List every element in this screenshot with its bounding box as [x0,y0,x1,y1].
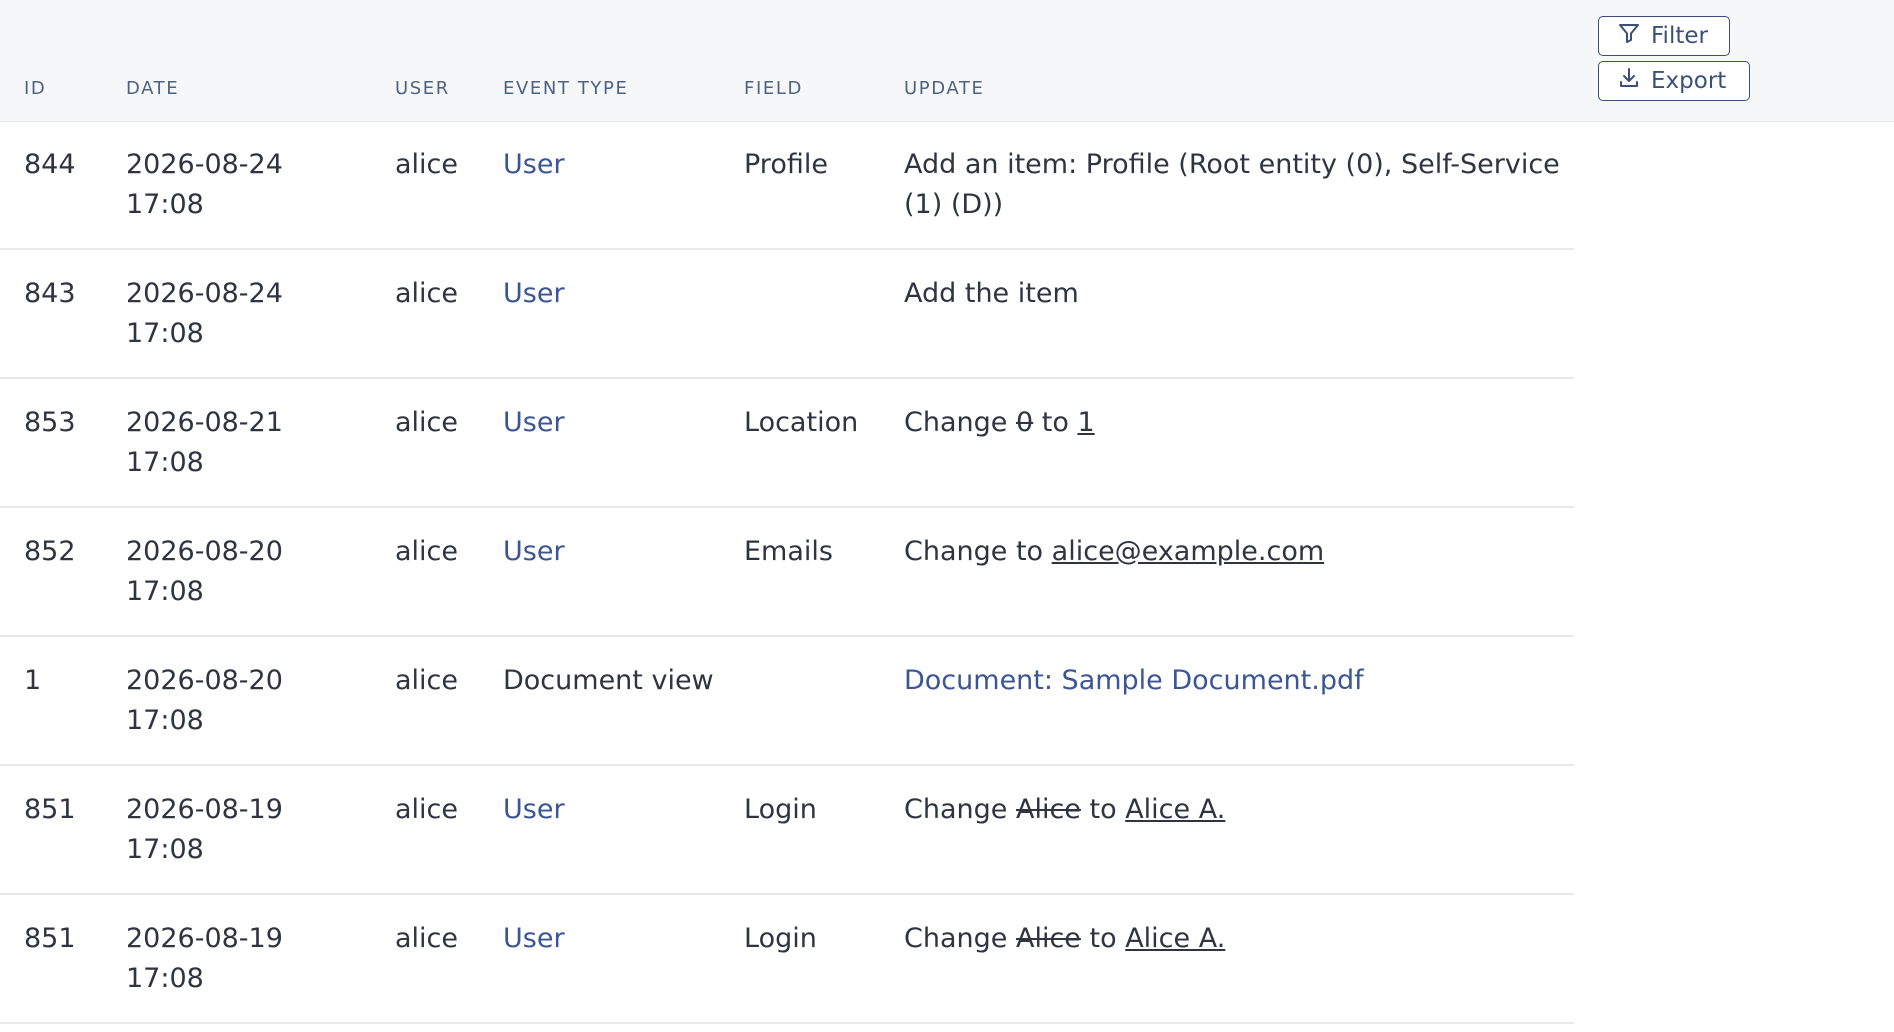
table-row: 852 2026-08-20 17:08 alice User Emails Change … [0,508,1574,637]
cell-update: Document: Sample Document.pdf [904,661,1564,701]
table-row: 1 2026-08-20 17:08 alice Document view Docume… [0,637,1574,766]
column-header-event-type[interactable]: EVENT TYPE [503,78,628,99]
update-prefix: Change [904,923,1008,954]
table-row: 853 2026-08-21 17:08 alice User Location Chang… [0,379,1574,508]
cell-date: 2026-08-19 17:08 [126,790,346,870]
cell-event-type[interactable]: User [503,403,723,443]
cell-id: 851 [24,923,76,954]
column-header-id[interactable]: ID [24,78,46,99]
time-value: 17:08 [126,705,204,736]
table-row: 844 2026-08-24 17:08 alice User Profile Add an… [0,121,1574,250]
cell-event-type[interactable]: User [503,532,723,572]
time-value: 17:08 [126,834,204,865]
cell-date: 2026-08-20 17:08 [126,532,346,612]
cell-user: alice [395,794,459,825]
cell-event-type[interactable]: User [503,790,723,830]
history-page: ID DATE USER EVENT TYPE FIELD UPDATE Fil… [0,0,1894,1032]
cell-update: Add the item [904,274,1564,314]
cell-user: alice [395,923,459,954]
cell-id: 853 [24,407,76,438]
table-row: 843 2026-08-24 17:08 alice User Add the item [0,250,1574,379]
time-value: 17:08 [126,963,204,994]
cell-update: Add an item: Profile (Root entity (0), S… [904,145,1564,225]
download-icon [1617,66,1641,96]
cell-date: 2026-08-24 17:08 [126,145,346,225]
cell-date: 2026-08-21 17:08 [126,403,346,483]
filter-icon [1617,21,1641,51]
update-document-link[interactable]: Document: Sample Document.pdf [904,665,1364,696]
time-value: 17:08 [126,576,204,607]
update-connector: to [1089,923,1117,954]
column-header-update[interactable]: UPDATE [904,78,984,99]
date-value: 2026-08-19 [126,923,283,954]
update-new-value: Alice A. [1125,794,1226,825]
cell-field: Location [744,407,859,438]
filter-button-label: Filter [1651,23,1708,49]
update-text: Add the item [904,278,1079,309]
cell-id: 851 [24,794,76,825]
date-value: 2026-08-20 [126,665,283,696]
cell-user: alice [395,278,459,309]
date-value: 2026-08-24 [126,149,283,180]
cell-field: Emails [744,536,833,567]
cell-event-type[interactable]: User [503,145,723,185]
cell-update: Change 0 to 1 [904,403,1564,443]
cell-user: alice [395,149,459,180]
cell-update: Change to alice@example.com [904,532,1564,572]
date-value: 2026-08-19 [126,794,283,825]
time-value: 17:08 [126,318,204,349]
time-value: 17:08 [126,447,204,478]
column-header-user[interactable]: USER [395,78,450,99]
update-prefix: Change [904,794,1008,825]
cell-id: 844 [24,149,76,180]
update-connector: to [1015,536,1044,567]
update-new-value: alice@example.com [1051,536,1325,567]
column-header-field[interactable]: FIELD [744,78,803,99]
cell-id: 852 [24,536,76,567]
table-row: 851 2026-08-19 17:08 alice User Login Change A… [0,895,1574,1024]
cell-user: alice [395,536,459,567]
date-value: 2026-08-21 [126,407,283,438]
cell-date: 2026-08-24 17:08 [126,274,346,354]
cell-date: 2026-08-19 17:08 [126,919,346,999]
update-old-value: Alice [1015,794,1081,825]
update-old-value: Alice [1015,923,1081,954]
date-value: 2026-08-24 [126,278,283,309]
update-prefix: Change [904,536,1008,567]
update-new-value: Alice A. [1125,923,1226,954]
update-new-value: 1 [1077,407,1095,438]
column-header-date[interactable]: DATE [126,78,179,99]
update-connector: to [1089,794,1117,825]
update-connector: to [1041,407,1069,438]
time-value: 17:08 [126,189,204,220]
cell-id: 843 [24,278,76,309]
export-button-label: Export [1651,68,1727,94]
filter-button[interactable]: Filter [1598,16,1730,56]
update-text: Add an item: Profile (Root entity (0), S… [904,149,1560,220]
date-value: 2026-08-20 [126,536,283,567]
cell-update: Change Alice to Alice A. [904,790,1564,830]
cell-field: Login [744,794,817,825]
cell-update: Change Alice to Alice A. [904,919,1564,959]
cell-id: 1 [24,665,42,696]
history-table-body: 844 2026-08-24 17:08 alice User Profile Add an… [0,121,1574,1024]
cell-event-type[interactable]: User [503,274,723,314]
update-old-value: 0 [1015,407,1034,438]
cell-field: Profile [744,149,828,180]
cell-user: alice [395,665,459,696]
cell-field: Login [744,923,817,954]
export-button[interactable]: Export [1598,61,1750,101]
cell-event-type: Document view [503,665,714,696]
cell-date: 2026-08-20 17:08 [126,661,346,741]
table-header: ID DATE USER EVENT TYPE FIELD UPDATE Fil… [0,0,1894,122]
table-row: 851 2026-08-19 17:08 alice User Login Change A… [0,766,1574,895]
update-prefix: Change [904,407,1008,438]
cell-user: alice [395,407,459,438]
cell-event-type[interactable]: User [503,919,723,959]
